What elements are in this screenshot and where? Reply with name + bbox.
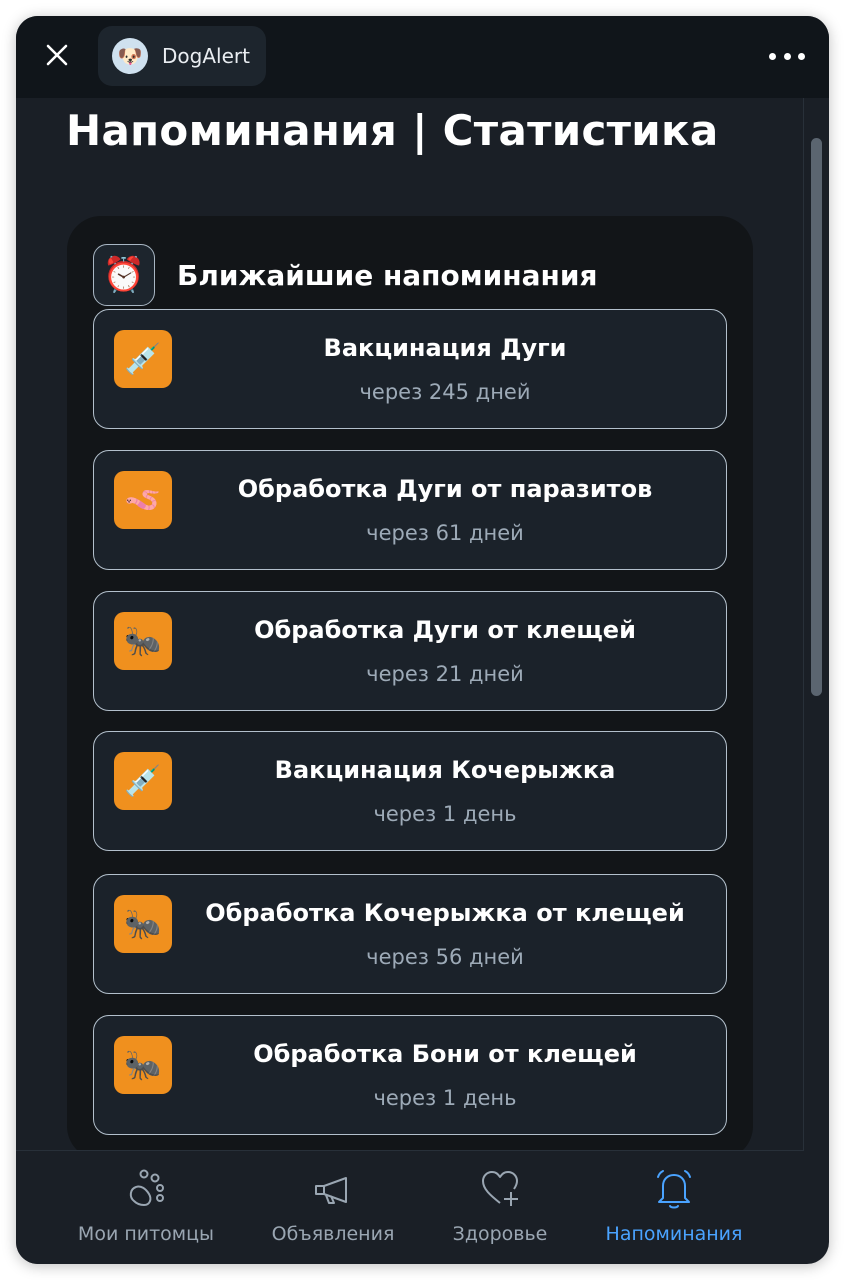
megaphone-icon — [311, 1167, 355, 1211]
ant-icon: 🐜 — [114, 612, 172, 670]
ant-icon: 🐜 — [114, 895, 172, 953]
reminder-title: Обработка Дуги от паразитов — [237, 475, 653, 503]
main-content[interactable]: Напоминания | Статистика ⏰ Ближайшие нап… — [16, 98, 804, 1150]
reminder-due: через 1 день — [373, 802, 517, 826]
page-title: Напоминания | Статистика — [66, 106, 719, 155]
app-name: DogAlert — [162, 44, 250, 68]
reminder-item[interactable]: 💉 Вакцинация Кочерыжка через 1 день — [93, 731, 727, 851]
nav-item-health[interactable]: Здоровье — [438, 1151, 562, 1264]
close-button[interactable] — [40, 38, 74, 72]
reminder-item[interactable]: 💉 Вакцинация Дуги через 245 дней — [93, 309, 727, 429]
nav-label: Напоминания — [605, 1223, 743, 1245]
close-icon — [46, 44, 68, 66]
nav-item-announcements[interactable]: Объявления — [263, 1151, 403, 1264]
ant-icon: 🐜 — [114, 1036, 172, 1094]
nav-label: Здоровье — [452, 1223, 548, 1245]
reminder-title: Вакцинация Кочерыжка — [274, 756, 616, 784]
reminder-title: Обработка Кочерыжка от клещей — [205, 899, 685, 927]
reminder-title: Обработка Бони от клещей — [253, 1040, 637, 1068]
reminder-due: через 245 дней — [359, 380, 531, 404]
reminder-title: Вакцинация Дуги — [323, 334, 567, 362]
reminder-item[interactable]: 🐜 Обработка Бони от клещей через 1 день — [93, 1015, 727, 1135]
bottom-navigation: Мои питомцы Объявления Здоровье Напомина… — [16, 1150, 804, 1264]
reminder-due: через 21 дней — [366, 662, 524, 686]
paw-icon — [124, 1167, 168, 1211]
nav-label: Мои питомцы — [77, 1223, 215, 1245]
dot-icon — [783, 52, 791, 60]
reminder-due: через 61 дней — [366, 521, 524, 545]
reminder-item[interactable]: 🪱 Обработка Дуги от паразитов через 61 д… — [93, 450, 727, 570]
alarm-clock-icon: ⏰ — [93, 244, 155, 306]
nav-label: Объявления — [271, 1223, 395, 1245]
reminder-title: Обработка Дуги от клещей — [254, 616, 636, 644]
worm-icon: 🪱 — [114, 471, 172, 529]
syringe-icon: 💉 — [114, 330, 172, 388]
vertical-scrollbar[interactable] — [803, 98, 829, 1150]
nav-item-pets[interactable]: Мои питомцы — [76, 1151, 216, 1264]
bell-icon — [652, 1167, 696, 1211]
section-title: Ближайшие напоминания — [177, 258, 598, 292]
reminder-due: через 1 день — [373, 1086, 517, 1110]
reminder-item[interactable]: 🐜 Обработка Дуги от клещей через 21 дней — [93, 591, 727, 711]
app-window: 🐶 DogAlert Напоминания | Статистика ⏰ Бл… — [16, 16, 829, 1264]
heart-plus-icon — [478, 1167, 522, 1211]
dog-face-icon: 🐶 — [112, 38, 148, 74]
reminder-item[interactable]: 🐜 Обработка Кочерыжка от клещей через 56… — [93, 874, 727, 994]
title-bar: 🐶 DogAlert — [16, 16, 829, 98]
more-options-button[interactable] — [769, 46, 805, 66]
nav-item-reminders[interactable]: Напоминания — [602, 1151, 746, 1264]
app-chip[interactable]: 🐶 DogAlert — [98, 26, 266, 86]
scrollbar-thumb[interactable] — [811, 138, 822, 696]
dot-icon — [798, 52, 805, 60]
dot-icon — [769, 52, 776, 60]
section-header: ⏰ Ближайшие напоминания — [93, 242, 597, 308]
reminder-due: через 56 дней — [366, 945, 524, 969]
reminders-card: ⏰ Ближайшие напоминания 💉 Вакцинация Дуг… — [67, 216, 753, 1150]
syringe-icon: 💉 — [114, 752, 172, 810]
